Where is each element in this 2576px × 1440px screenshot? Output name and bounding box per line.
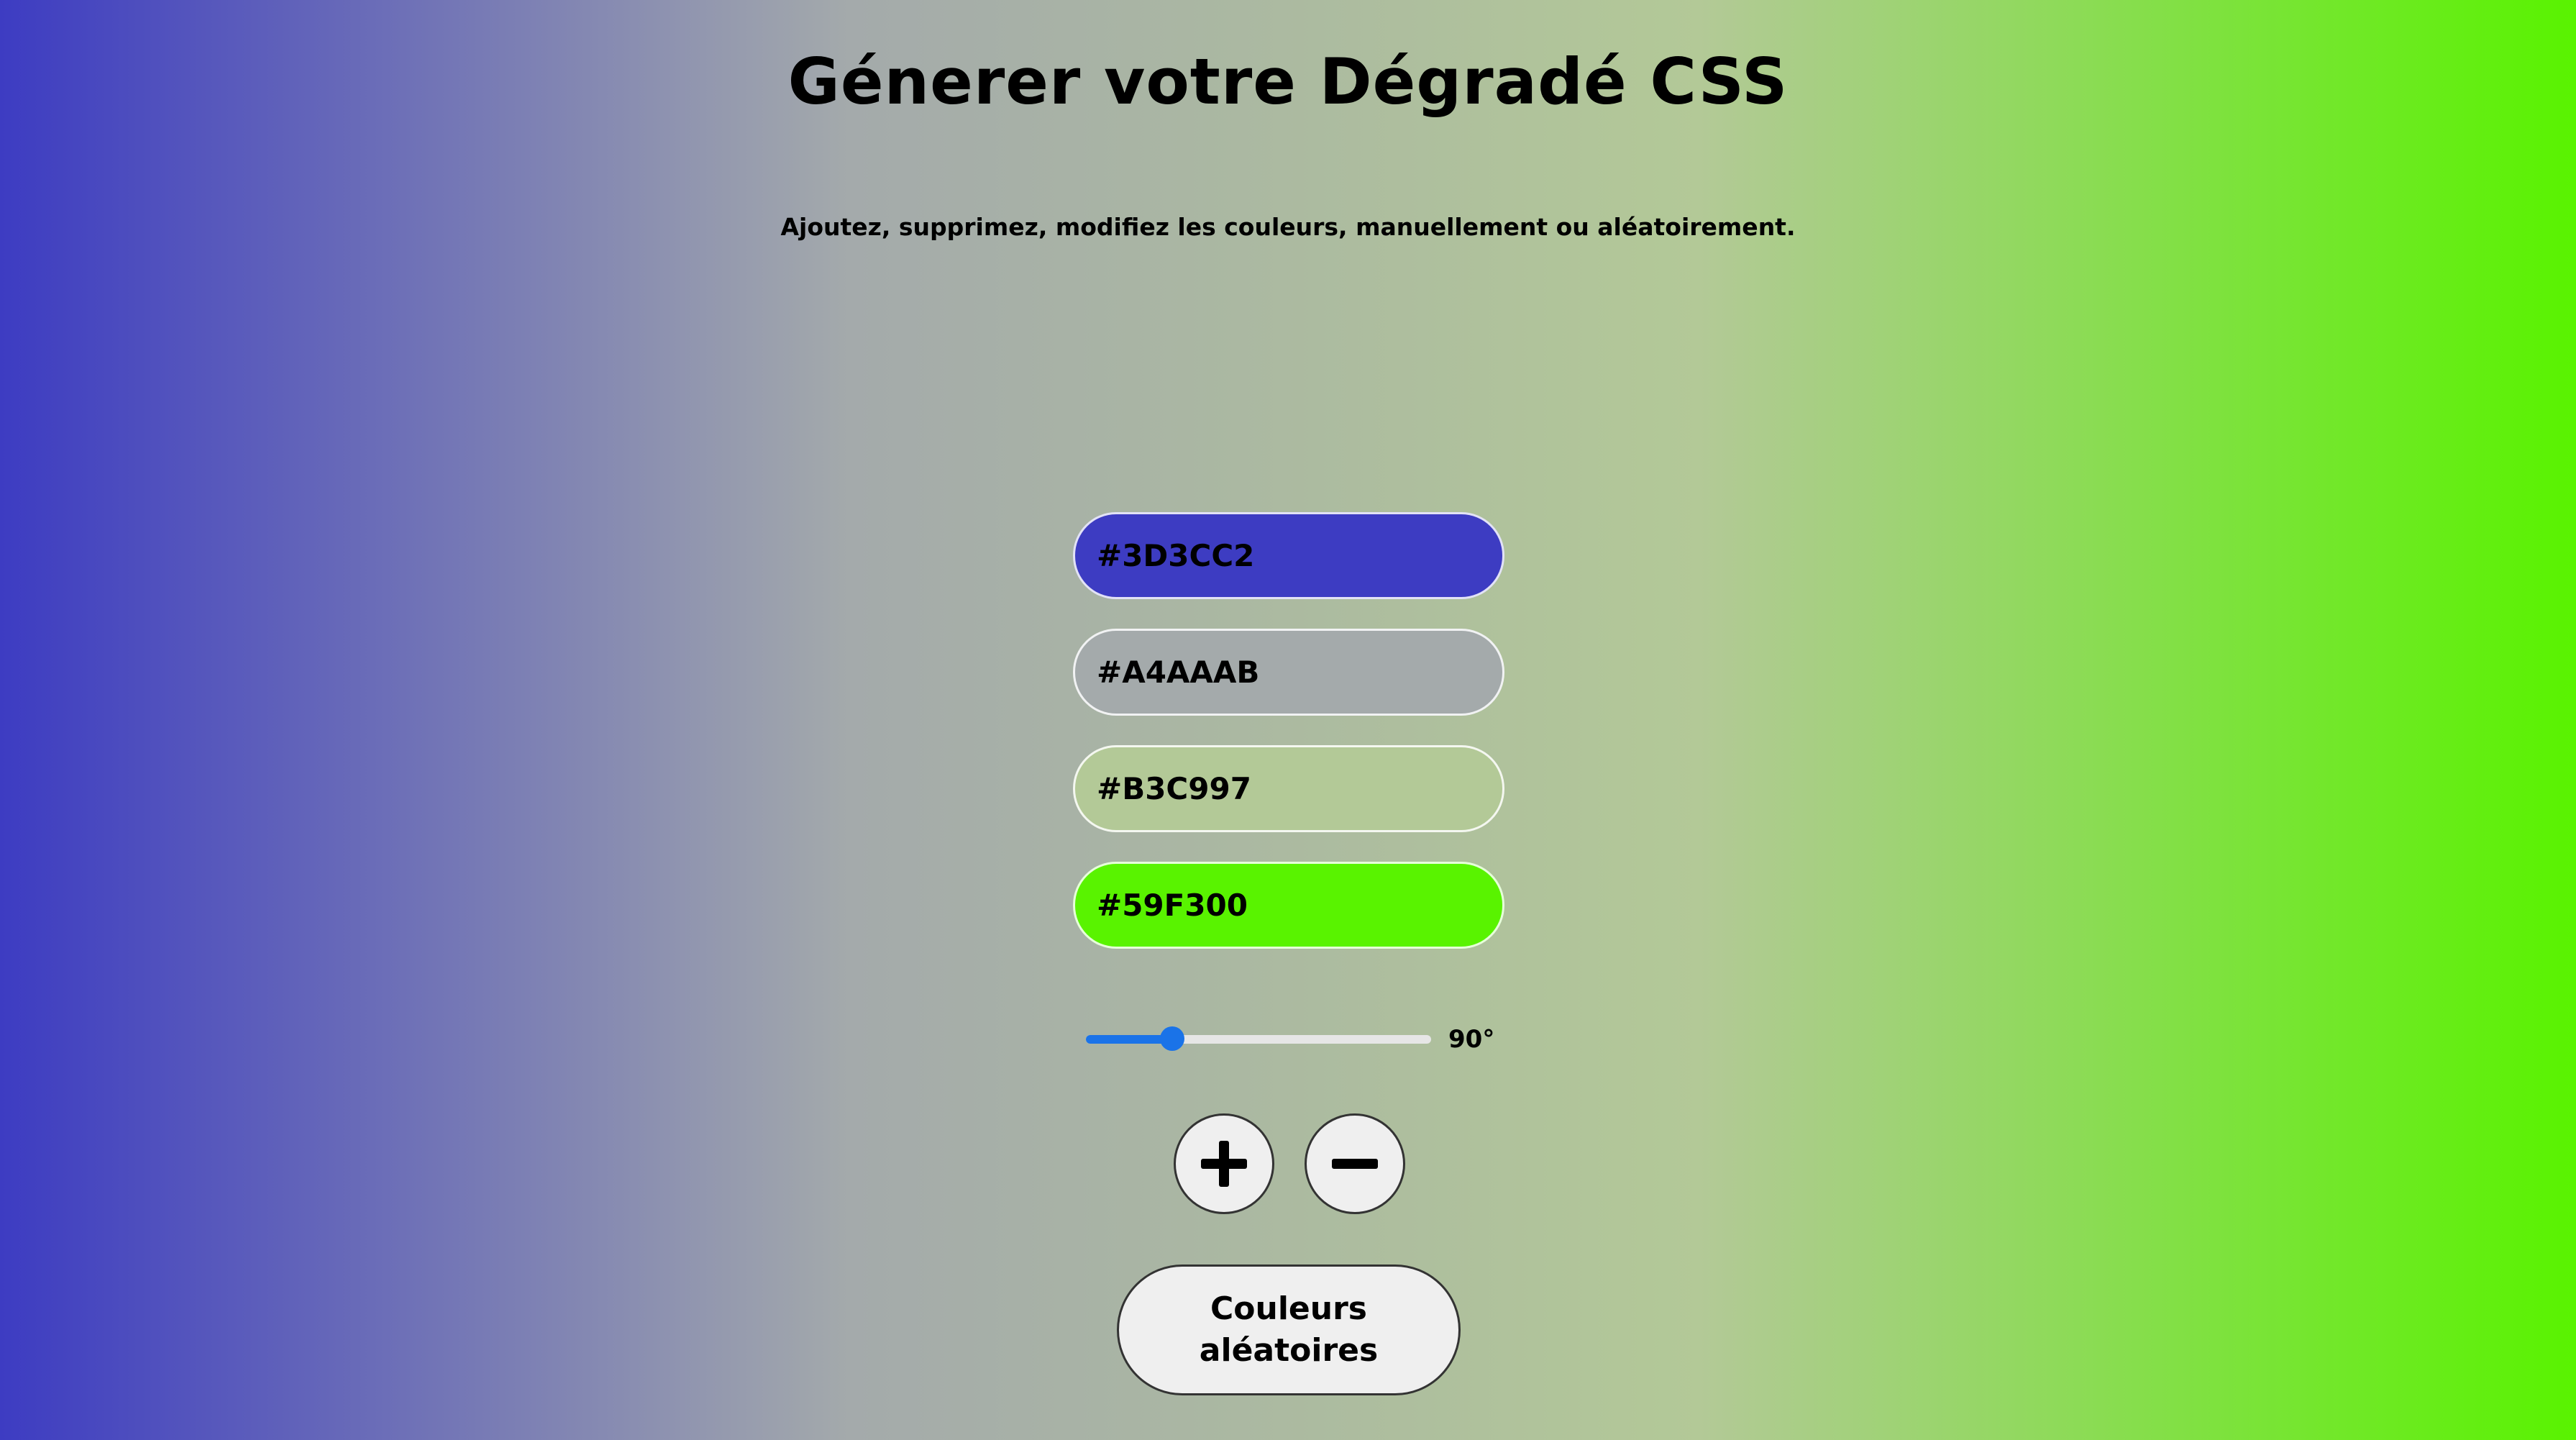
angle-slider[interactable]: [1086, 1026, 1431, 1051]
page-title: Génerer votre Dégradé CSS: [787, 45, 1789, 119]
color-input-4[interactable]: [1073, 862, 1504, 949]
minus-icon: [1332, 1159, 1378, 1169]
color-input-1[interactable]: [1073, 512, 1504, 599]
random-colors-button[interactable]: Couleurs aléatoires: [1117, 1264, 1461, 1395]
page-subtitle: Ajoutez, supprimez, modifiez les couleur…: [780, 213, 1796, 241]
color-input-2[interactable]: [1073, 629, 1504, 716]
add-color-button[interactable]: [1174, 1113, 1274, 1214]
angle-value-label: 90°: [1448, 1025, 1495, 1054]
plus-icon: [1201, 1141, 1247, 1187]
color-input-list: [1073, 512, 1504, 978]
angle-control: 90°: [1086, 1021, 1517, 1057]
color-input-3[interactable]: [1073, 745, 1504, 832]
add-remove-controls: [1174, 1113, 1405, 1214]
remove-color-button[interactable]: [1305, 1113, 1405, 1214]
angle-slider-fill: [1086, 1035, 1172, 1044]
angle-slider-thumb[interactable]: [1160, 1026, 1184, 1051]
